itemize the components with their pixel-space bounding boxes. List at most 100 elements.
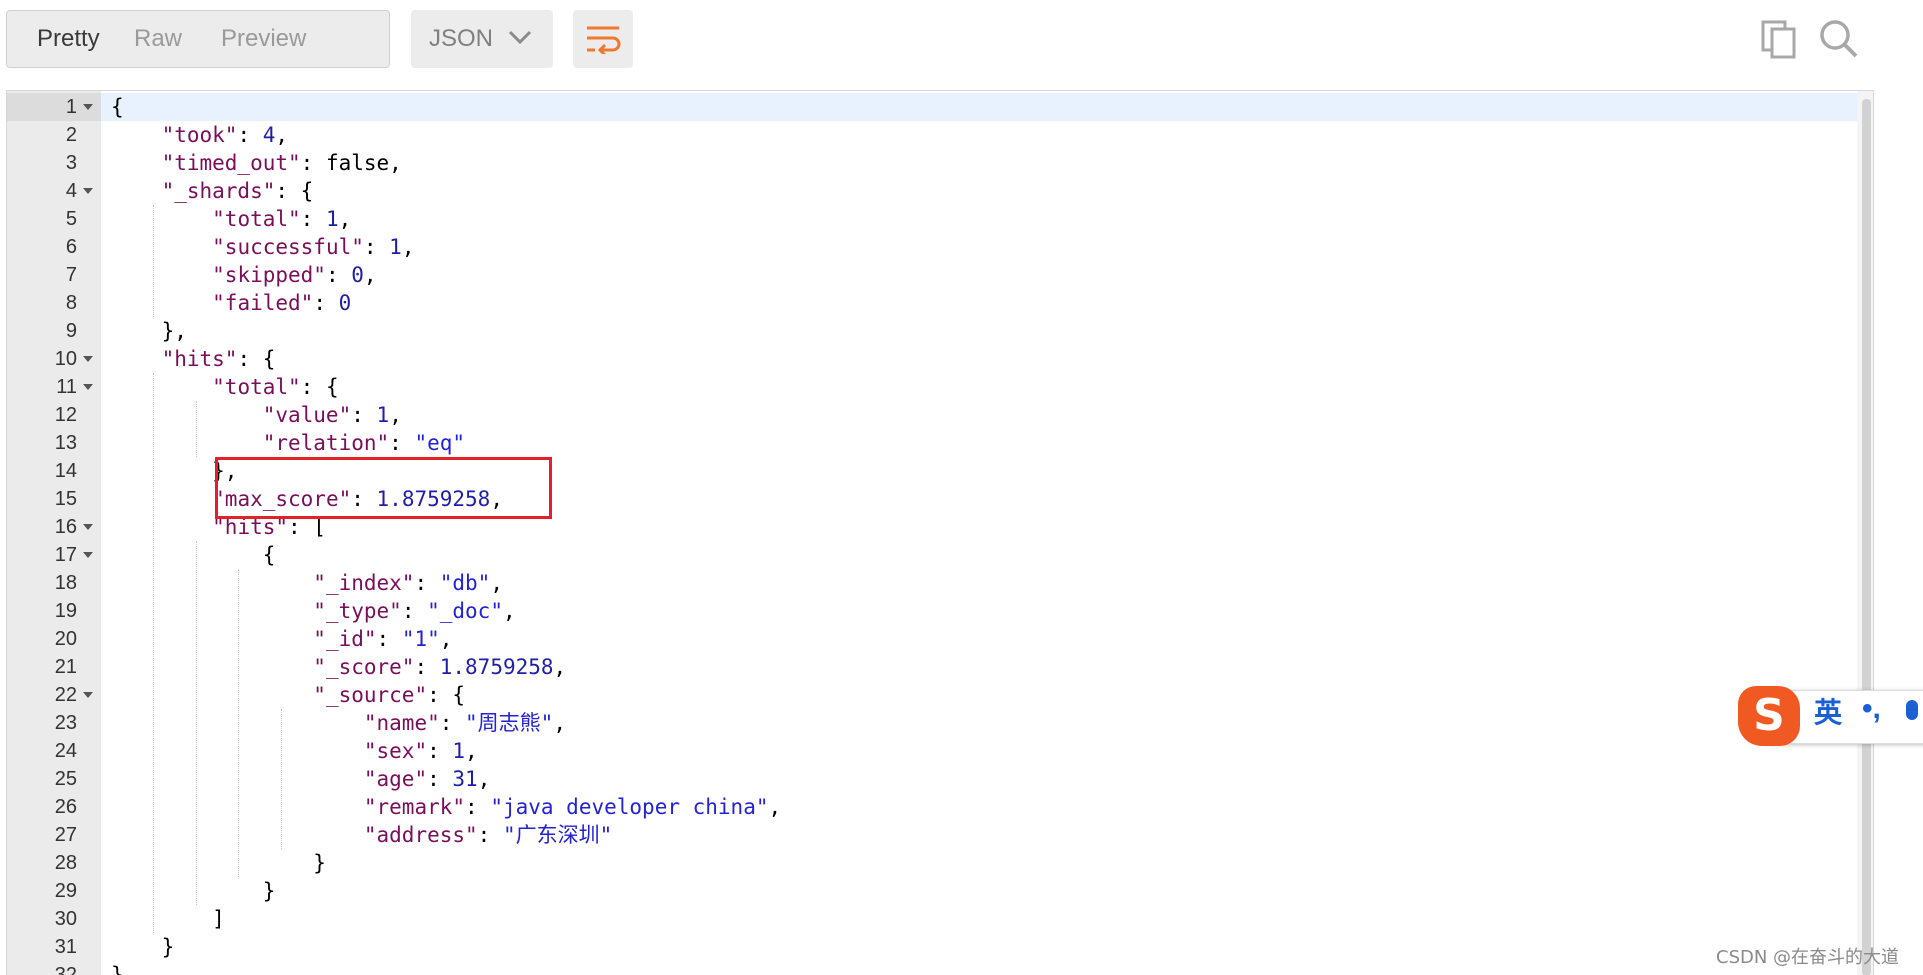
- line-number: 22: [54, 684, 77, 706]
- scrollbar-thumb[interactable]: [1862, 99, 1871, 975]
- code-line: 5 "total": 1,: [7, 205, 1857, 233]
- code-line: 24 "sex": 1,: [7, 737, 1857, 765]
- line-number: 17: [54, 544, 77, 566]
- json-string: "eq": [414, 431, 466, 455]
- json-key: "successful": [212, 235, 364, 259]
- wrap-lines-button[interactable]: [573, 10, 633, 68]
- fold-toggle-icon[interactable]: [83, 188, 93, 194]
- code-line: 30 ]: [7, 905, 1857, 933]
- code-line: 2 "took": 4,: [7, 121, 1857, 149]
- code-text: "sex": 1,: [111, 737, 478, 765]
- format-select[interactable]: JSON: [411, 10, 553, 68]
- json-punctuation: : {: [237, 347, 276, 371]
- search-icon[interactable]: [1818, 18, 1860, 65]
- ime-punctuation-toggle[interactable]: •,: [1862, 692, 1881, 726]
- line-number: 6: [65, 236, 77, 258]
- code-text: "_type": "_doc",: [111, 597, 515, 625]
- line-number: 10: [54, 348, 77, 370]
- json-key: "sex": [363, 739, 428, 763]
- json-punctuation: :: [427, 739, 453, 763]
- json-key: "remark": [363, 795, 466, 819]
- code-text: "remark": "java developer china",: [111, 793, 781, 821]
- json-key: "took": [161, 123, 238, 147]
- json-punctuation: :: [351, 403, 377, 427]
- json-key: "_shards": [161, 179, 276, 203]
- chevron-down-icon: [507, 28, 533, 51]
- json-punctuation: ,: [275, 123, 289, 147]
- fold-toggle-icon[interactable]: [83, 384, 93, 390]
- json-punctuation: ,: [477, 767, 491, 791]
- json-punctuation: ,: [439, 627, 453, 651]
- json-key: "total": [212, 375, 301, 399]
- json-punctuation: ,: [363, 263, 377, 287]
- line-number: 18: [54, 572, 77, 594]
- code-text: "address": "广东深圳": [111, 821, 612, 849]
- code-line: 10 "hits": {: [7, 345, 1857, 373]
- watermark: CSDN @在奋斗的大道: [1716, 947, 1900, 968]
- ime-toolbar[interactable]: S 英 •,: [1738, 686, 1923, 746]
- wrap-lines-icon: [587, 26, 621, 54]
- json-punctuation: ,: [401, 235, 415, 259]
- code-line: 31 }: [7, 933, 1857, 961]
- json-string: "1": [401, 627, 440, 651]
- json-punctuation: :: [389, 431, 415, 455]
- code-line: 20 "_id": "1",: [7, 625, 1857, 653]
- code-line: 9 },: [7, 317, 1857, 345]
- line-number: 15: [54, 488, 77, 510]
- code-text: {: [111, 93, 124, 121]
- json-key: "relation": [262, 431, 390, 455]
- fold-toggle-icon[interactable]: [83, 104, 93, 110]
- line-number: 27: [54, 824, 77, 846]
- tab-pretty[interactable]: Pretty: [37, 10, 100, 68]
- code-line: 6 "successful": 1,: [7, 233, 1857, 261]
- code-line: 18 "_index": "db",: [7, 569, 1857, 597]
- code-line: 23 "name": "周志熊",: [7, 709, 1857, 737]
- response-toolbar: Pretty Raw Preview JSON: [0, 0, 1923, 90]
- fold-toggle-icon[interactable]: [83, 692, 93, 698]
- copy-icon[interactable]: [1760, 19, 1800, 64]
- code-text: ]: [111, 905, 225, 933]
- fold-toggle-icon[interactable]: [83, 356, 93, 362]
- code-text: "relation": "eq": [111, 429, 465, 457]
- code-text: "name": "周志熊",: [111, 709, 566, 737]
- code-text: }: [111, 877, 276, 905]
- json-string: "周志熊": [465, 711, 554, 735]
- code-text: },: [111, 317, 187, 345]
- line-number: 29: [54, 880, 77, 902]
- code-text: "failed": 0: [111, 289, 351, 317]
- tab-raw[interactable]: Raw: [134, 10, 182, 68]
- json-key: "age": [363, 767, 428, 791]
- json-key: "_id": [313, 627, 377, 651]
- code-line: 22 "_source": {: [7, 681, 1857, 709]
- json-punctuation: {: [262, 543, 276, 567]
- code-text: "hits": {: [111, 345, 276, 373]
- json-punctuation: :: [363, 235, 390, 259]
- code-text: }: [111, 933, 175, 961]
- line-number: 16: [54, 516, 77, 538]
- line-number: 23: [54, 712, 77, 734]
- json-key: "address": [363, 823, 478, 847]
- json-string: "广东深圳": [502, 823, 613, 847]
- sogou-logo-icon[interactable]: S: [1738, 686, 1800, 746]
- json-response-editor[interactable]: 1{2 "took": 4, 3 "timed_out": false, 4 "_s…: [6, 90, 1874, 975]
- json-string: "java developer china": [490, 795, 769, 819]
- fold-toggle-icon[interactable]: [83, 552, 93, 558]
- ime-language-toggle[interactable]: 英: [1814, 698, 1842, 728]
- code-line: 26 "remark": "java developer china",: [7, 793, 1857, 821]
- json-string: "db": [439, 571, 491, 595]
- code-line: 21 "_score": 1.8759258,: [7, 653, 1857, 681]
- json-string: "_doc": [427, 599, 503, 623]
- microphone-icon[interactable]: [1906, 700, 1918, 720]
- fold-toggle-icon[interactable]: [83, 524, 93, 530]
- json-punctuation: }: [262, 879, 276, 903]
- json-punctuation: :: [465, 795, 491, 819]
- json-punctuation: :: [439, 711, 466, 735]
- line-number: 25: [54, 768, 77, 790]
- line-number: 31: [54, 936, 77, 958]
- tab-preview[interactable]: Preview: [221, 10, 306, 68]
- json-number: 1: [376, 403, 390, 427]
- code-text: "total": 1,: [111, 205, 351, 233]
- code-text: "_source": {: [111, 681, 465, 709]
- json-punctuation: :: [313, 291, 339, 315]
- line-number: 28: [54, 852, 77, 874]
